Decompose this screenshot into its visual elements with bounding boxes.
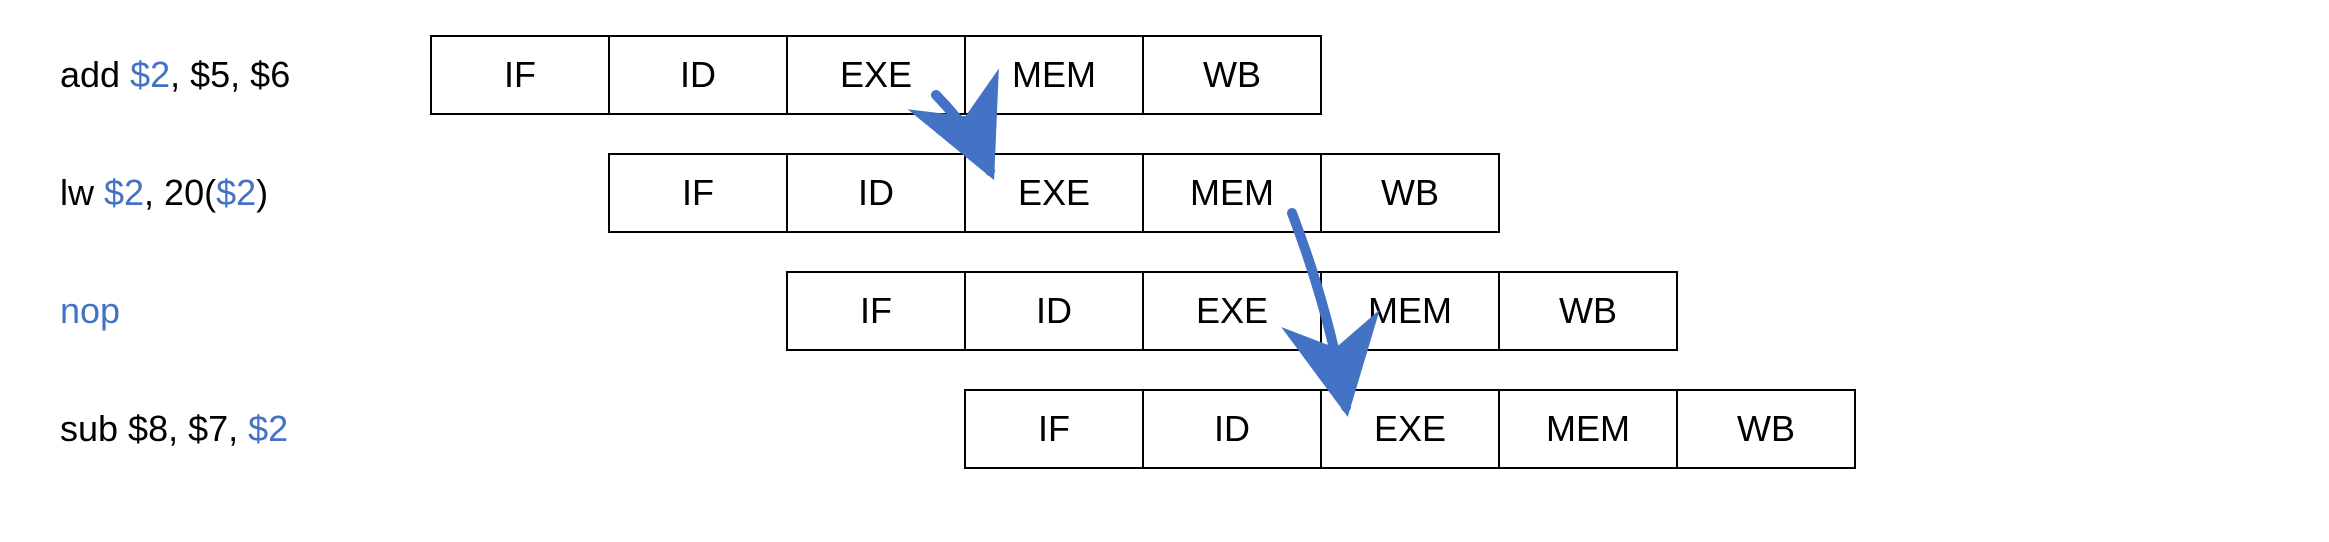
stage-cell: WB bbox=[1142, 35, 1322, 115]
stage-cell: ID bbox=[786, 153, 966, 233]
stage-cell: EXE bbox=[964, 153, 1144, 233]
pipeline-stages: IFIDEXEMEMWB bbox=[964, 389, 1856, 469]
highlight-register: $2 bbox=[130, 54, 170, 95]
stage-cell: ID bbox=[1142, 389, 1322, 469]
highlight-register: $2 bbox=[216, 172, 256, 213]
pipeline-stages: IFIDEXEMEMWB bbox=[430, 35, 1322, 115]
stage-cell: EXE bbox=[1142, 271, 1322, 351]
stage-cell: MEM bbox=[1498, 389, 1678, 469]
pipeline-stages: IFIDEXEMEMWB bbox=[608, 153, 1500, 233]
stage-cell: WB bbox=[1676, 389, 1856, 469]
stage-cell: MEM bbox=[1142, 153, 1322, 233]
stage-cell: MEM bbox=[964, 35, 1144, 115]
pipeline-diagram: add $2, $5, $6IFIDEXEMEMWBlw $2, 20($2)I… bbox=[60, 30, 2289, 474]
stage-cell: EXE bbox=[1320, 389, 1500, 469]
stage-cell: IF bbox=[964, 389, 1144, 469]
stage-cell: WB bbox=[1320, 153, 1500, 233]
pipeline-row: nop IFIDEXEMEMWB bbox=[60, 266, 2289, 356]
instruction-text: lw $2, 20($2) bbox=[60, 172, 430, 214]
pipeline-stages: IFIDEXEMEMWB bbox=[786, 271, 1678, 351]
pipeline-row: sub $8, $7, $2 IFIDEXEMEMWB bbox=[60, 384, 2289, 474]
stage-cell: WB bbox=[1498, 271, 1678, 351]
instruction-text: add $2, $5, $6 bbox=[60, 54, 430, 96]
stage-cell: IF bbox=[608, 153, 788, 233]
stage-cell: EXE bbox=[786, 35, 966, 115]
stage-cell: MEM bbox=[1320, 271, 1500, 351]
pipeline-row: add $2, $5, $6IFIDEXEMEMWB bbox=[60, 30, 2289, 120]
highlight-register: nop bbox=[60, 290, 120, 331]
pipeline-row: lw $2, 20($2) IFIDEXEMEMWB bbox=[60, 148, 2289, 238]
stage-cell: IF bbox=[786, 271, 966, 351]
instruction-text: nop bbox=[60, 290, 430, 332]
stage-cell: ID bbox=[964, 271, 1144, 351]
highlight-register: $2 bbox=[248, 408, 288, 449]
stage-cell: ID bbox=[608, 35, 788, 115]
stage-cell: IF bbox=[430, 35, 610, 115]
instruction-text: sub $8, $7, $2 bbox=[60, 408, 430, 450]
highlight-register: $2 bbox=[104, 172, 144, 213]
